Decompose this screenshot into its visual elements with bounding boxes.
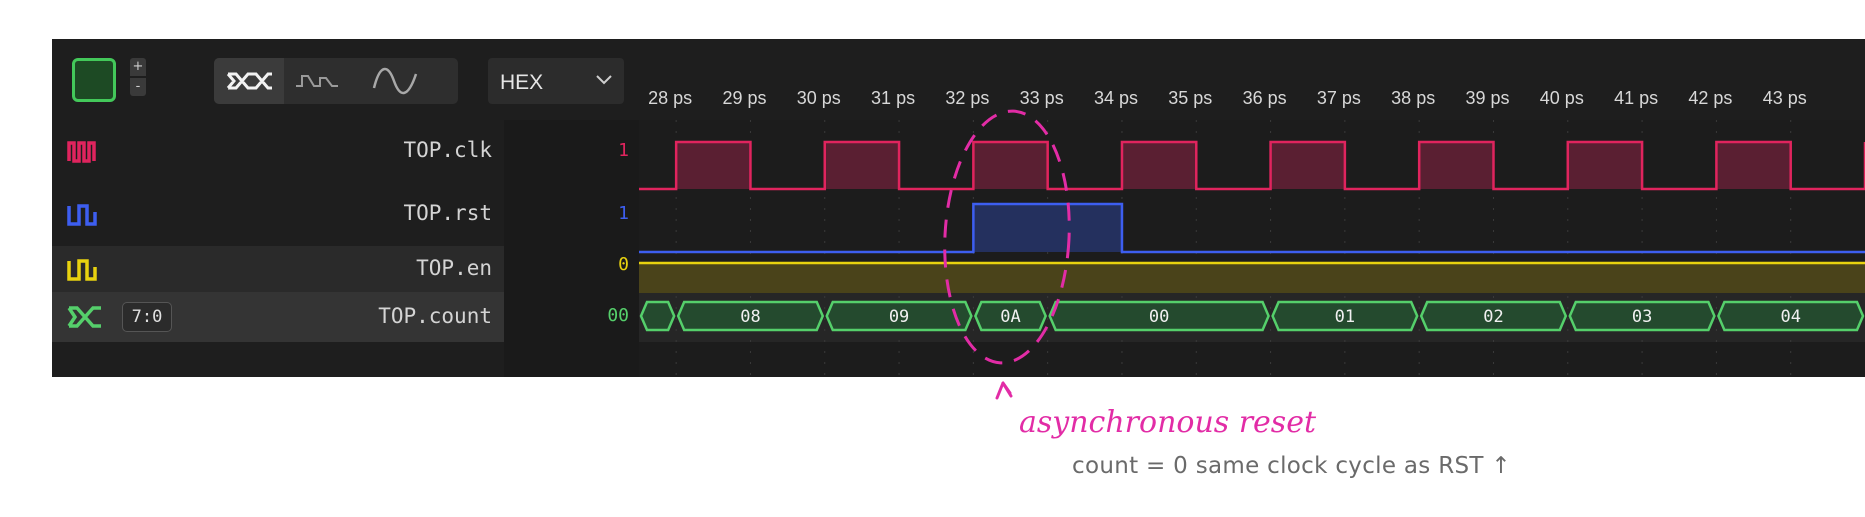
step-style-button[interactable] [288,58,358,104]
waveform-area[interactable]: 08 09 0A 00 01 02 03 04 [639,120,1865,377]
time-tick-label: 38 ps [1391,88,1436,108]
signal-value: 00 [607,305,629,326]
count-value-label: 0A [1000,307,1020,327]
count-value-label: 09 [889,307,909,327]
value-column: 1 1 0 00 [504,120,639,377]
time-tick-label: 31 ps [871,88,916,108]
analog-style-button[interactable] [362,58,432,104]
annotation-title: asynchronous reset [1019,405,1317,440]
signal-row[interactable]: TOP.rst [52,182,504,246]
zoom-in-button[interactable]: + [130,58,146,76]
signal-color-swatch[interactable] [72,58,116,102]
signal-row[interactable]: 7:0 TOP.count [52,292,504,342]
count-value-label: 00 [1149,307,1169,327]
count-value-label: 02 [1483,307,1503,327]
signal-value: 1 [618,203,629,224]
rst-high-fill [973,204,1122,252]
clk-waveform [639,140,1865,191]
signal-row[interactable]: TOP.en [52,246,504,292]
clk-high-fill [1567,142,1643,189]
time-tick-label: 35 ps [1168,88,1213,108]
bit-range-badge: 7:0 [122,302,172,332]
wave-style-toggle [214,58,458,104]
time-tick-label: 32 ps [945,88,990,108]
waveform-viewer: + - HEX 28 ps 29 ps 30 ps 31 ps 32 ps 33… [52,39,1865,377]
time-tick-label: 29 ps [722,88,767,108]
bus-signal-icon [67,306,101,328]
radix-select[interactable]: HEX [488,58,624,104]
chevron-down-icon [596,75,612,85]
toolbar: + - HEX 28 ps 29 ps 30 ps 31 ps 32 ps 33… [52,39,1865,120]
zoom-out-button[interactable]: - [130,78,146,96]
wire-signal-icon [67,204,97,226]
rst-waveform [639,202,1865,254]
radix-value: HEX [500,71,544,94]
time-tick-label: 42 ps [1688,88,1733,108]
signal-list: TOP.clk TOP.rst TOP.en 7:0 TOP.count [52,120,504,377]
analog-style-icon [372,67,418,95]
signal-row[interactable]: TOP.clk [52,120,504,182]
clk-high-fill [676,142,751,189]
clock-signal-icon [67,141,96,163]
signal-name: TOP.rst [403,201,492,225]
signal-value: 0 [618,254,629,275]
step-style-icon [296,75,338,87]
time-tick-label: 43 ps [1762,88,1807,108]
count-value-label: 04 [1780,307,1800,327]
en-fill [639,263,1865,293]
arrow-icon [995,381,1013,400]
time-tick-label: 33 ps [1019,88,1064,108]
time-tick-label: 40 ps [1539,88,1584,108]
time-tick-label: 37 ps [1316,88,1361,108]
clk-high-fill [973,142,1048,189]
time-tick-label: 36 ps [1242,88,1287,108]
signal-name: TOP.clk [403,138,492,162]
count-value-label: 03 [1632,307,1652,327]
bus-style-button[interactable] [214,58,284,104]
count-value-label: 01 [1335,307,1355,327]
wire-signal-icon [67,259,97,281]
clk-high-fill [1270,142,1345,189]
time-tick-label: 39 ps [1465,88,1510,108]
clk-high-fill [1716,142,1791,189]
clk-high-fill [1419,142,1494,189]
clk-high-fill [824,142,900,189]
time-tick-label: 30 ps [796,88,841,108]
bus-style-icon [226,72,272,90]
clk-high-fill [1121,142,1197,189]
count-segment [639,300,676,332]
count-value-label: 08 [740,307,760,327]
signal-name: TOP.count [378,304,492,328]
signal-value: 1 [618,140,629,161]
time-tick-label: 34 ps [1093,88,1139,108]
time-ruler[interactable]: 28 ps 29 ps 30 ps 31 ps 32 ps 33 ps 34 ps 35 ps… [639,88,1865,118]
signal-name: TOP.en [416,256,492,280]
time-tick-label: 28 ps [648,88,693,108]
annotation-note: count = 0 same clock cycle as RST ↑ [1072,453,1511,479]
time-tick-label: 41 ps [1614,88,1659,108]
